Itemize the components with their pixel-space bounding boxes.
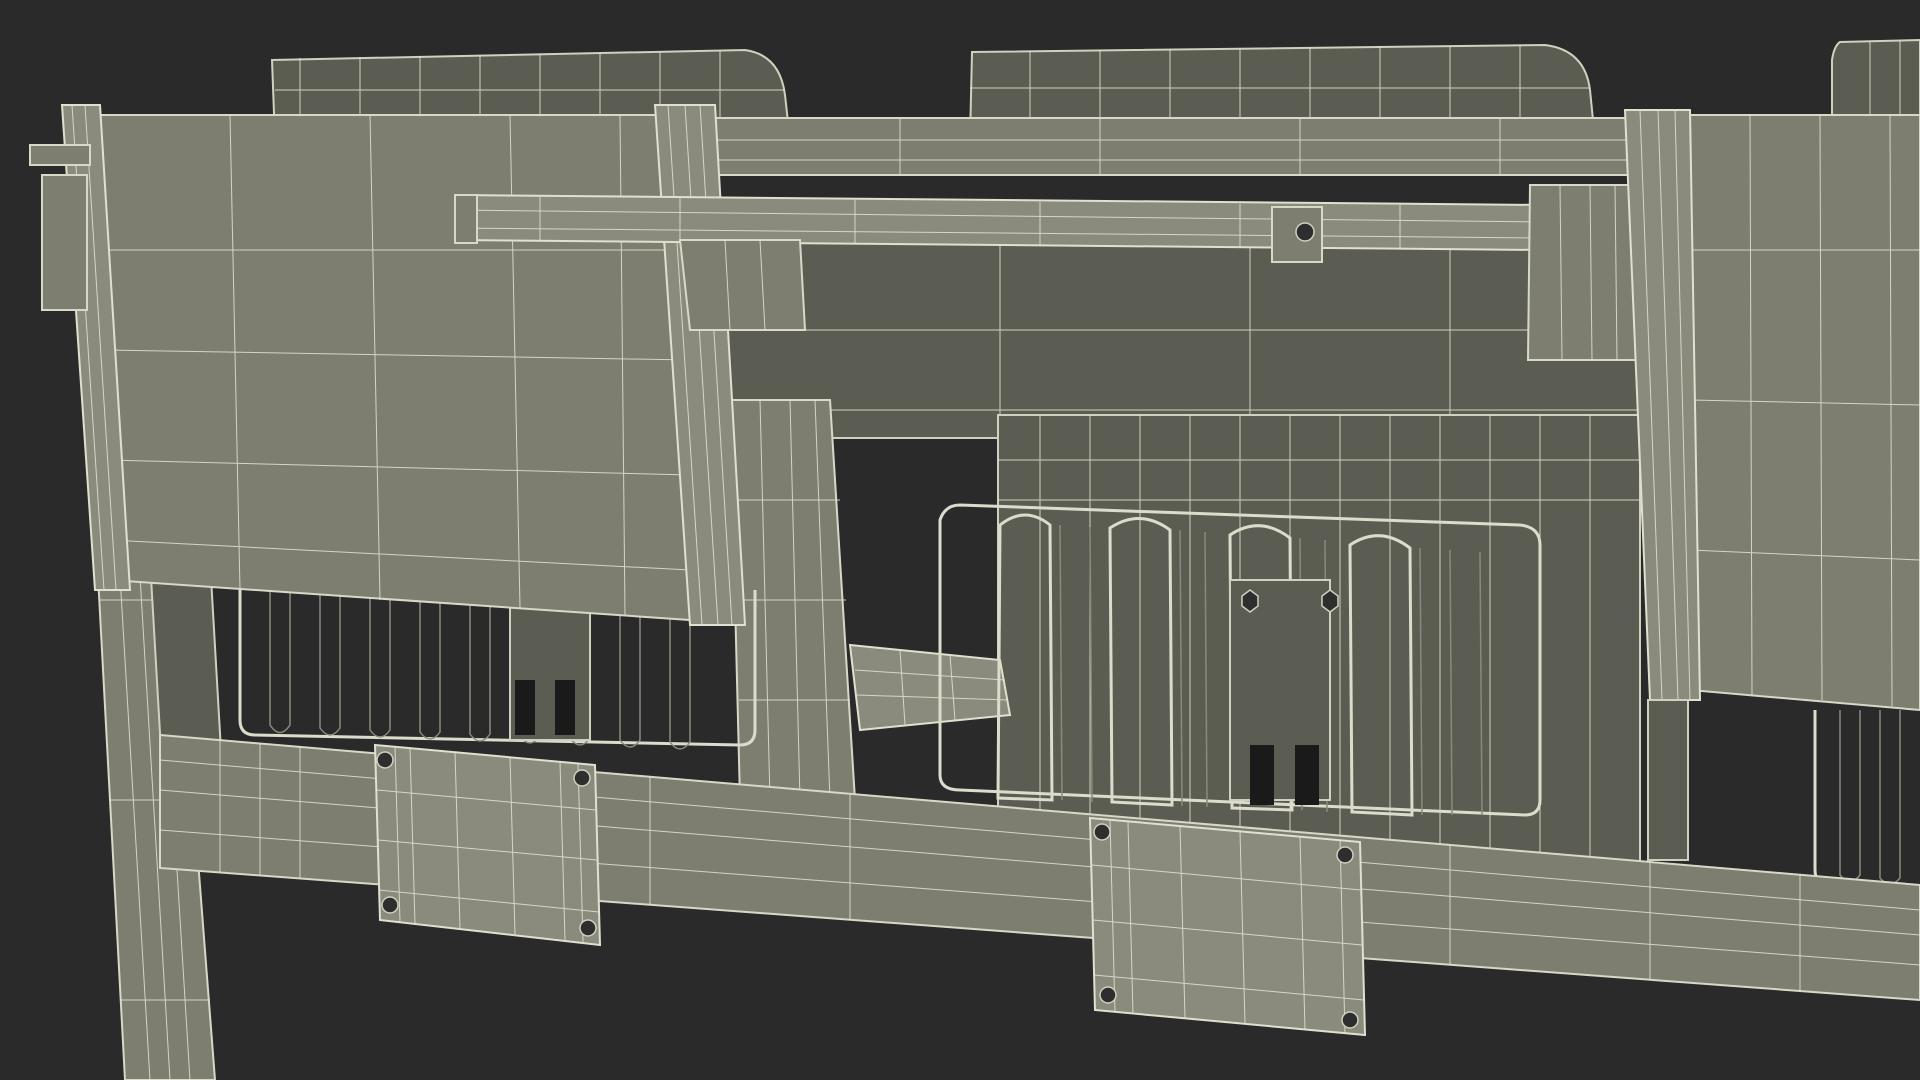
shelf-bracket-left bbox=[678, 239, 807, 331]
armrest-panel-left bbox=[98, 114, 691, 622]
shelf-bracket-right bbox=[1526, 184, 1647, 361]
mount-box-center bbox=[1088, 816, 1367, 1037]
under-shelf bbox=[848, 643, 1012, 732]
back-rail-lower bbox=[699, 239, 1641, 439]
mount-box-left bbox=[373, 743, 602, 947]
back-rail-upper bbox=[699, 117, 1641, 176]
wireframe-scene bbox=[0, 0, 1920, 1080]
armrest-panel-right bbox=[1689, 114, 1920, 712]
